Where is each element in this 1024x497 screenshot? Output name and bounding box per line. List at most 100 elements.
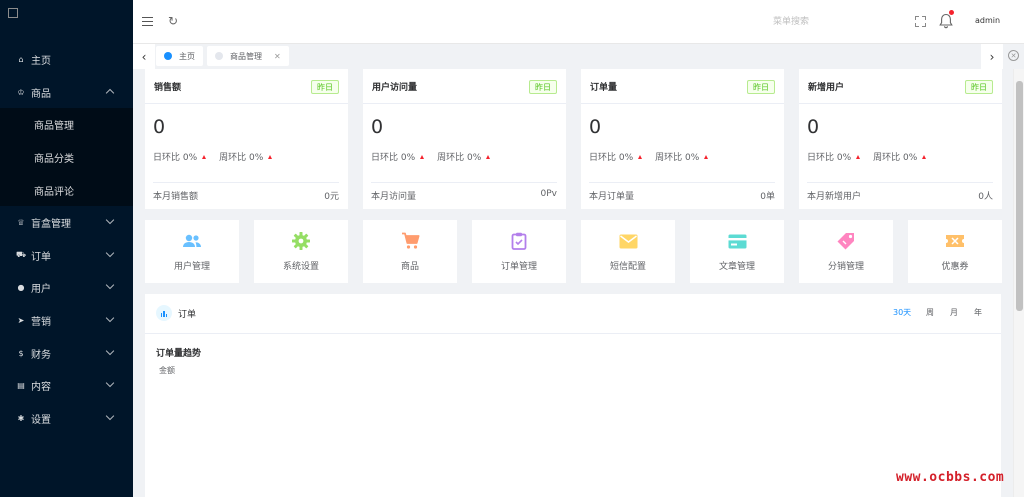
sidebar-item-content[interactable]: ▤ 内容 — [0, 369, 133, 401]
day-compare: 日环比 0% — [807, 153, 852, 163]
day-compare: 日环比 0% — [371, 153, 416, 163]
week-compare: 周环比 0% — [437, 153, 482, 163]
menu-search-input[interactable] — [773, 14, 853, 30]
shortcut-order-manage[interactable]: 订单管理 — [472, 220, 566, 283]
sidebar-item-blindbox[interactable]: ♕ 盲盒管理 — [0, 206, 133, 238]
stat-tag: 昨日 — [965, 80, 993, 94]
tab-bar: ‹ 主页 商品管理 ✕ › — [133, 44, 1024, 69]
chevron-down-icon — [105, 346, 115, 356]
stat-title: 销售额 — [154, 83, 182, 93]
stat-foot-label: 本月新增用户 — [807, 192, 862, 202]
period-month[interactable]: 月 — [950, 307, 958, 318]
sidebar-item-orders[interactable]: ⛟ 订单 — [0, 239, 133, 271]
dashboard-content: 销售额 昨日 0 日环比 0% 周环比 0% 本月销售额 0元 用户访问量 昨日… — [133, 69, 1024, 497]
sidebar-item-label: 设置 — [31, 414, 51, 426]
username[interactable]: admin — [975, 16, 1000, 25]
caret-up-icon — [268, 154, 273, 159]
shortcut-distribution-manage[interactable]: 分销管理 — [799, 220, 893, 283]
period-30-days[interactable]: 30天 — [893, 307, 911, 318]
shortcut-label: 文章管理 — [718, 262, 755, 272]
bell-icon[interactable] — [939, 10, 954, 29]
caret-up-icon — [202, 154, 207, 159]
sidebar-item-home[interactable]: ⌂ 主页 — [0, 43, 133, 75]
tab-dot — [215, 52, 223, 60]
stat-card-sales: 销售额 昨日 0 日环比 0% 周环比 0% 本月销售额 0元 — [145, 69, 348, 209]
divider — [363, 103, 566, 104]
refresh-icon[interactable]: ↻ — [168, 14, 178, 28]
menu-toggle-icon[interactable] — [142, 17, 153, 26]
logo-image[interactable] — [8, 8, 18, 18]
content-scrollbar[interactable] — [1013, 69, 1024, 497]
chevron-down-icon — [105, 411, 115, 421]
dollar-icon: $ — [18, 348, 24, 358]
shortcut-sms-config[interactable]: 短信配置 — [581, 220, 675, 283]
stat-tag: 昨日 — [747, 80, 775, 94]
main-area: ↻ admin ‹ 主页 商品管理 ✕ › 销售额 昨日 — [133, 0, 1024, 497]
stat-card-orders: 订单量 昨日 0 日环比 0% 周环比 0% 本月订单量 0单 — [581, 69, 784, 209]
sidebar-item-settings[interactable]: ✱ 设置 — [0, 402, 133, 434]
day-compare: 日环比 0% — [153, 153, 198, 163]
submenu-goods: 商品管理 商品分类 商品评论 — [0, 108, 133, 206]
divider — [807, 182, 993, 183]
chart-legend-amount: 金额 — [159, 366, 175, 375]
chevron-down-icon — [105, 378, 115, 388]
stat-compare: 日环比 0% 周环比 0% — [153, 150, 285, 163]
caret-up-icon — [420, 154, 425, 159]
tab-goods-manage[interactable]: 商品管理 ✕ — [207, 46, 289, 66]
stat-title: 订单量 — [590, 83, 618, 93]
shortcut-goods[interactable]: 商品 — [363, 220, 457, 283]
caret-up-icon — [856, 154, 861, 159]
sidebar-item-label: 内容 — [31, 381, 51, 393]
fullscreen-icon[interactable] — [915, 16, 926, 27]
stat-value: 0 — [807, 116, 820, 138]
tab-home[interactable]: 主页 — [156, 46, 203, 66]
scrollbar-thumb[interactable] — [1016, 81, 1023, 311]
shortcut-system-settings[interactable]: 系统设置 — [254, 220, 348, 283]
sidebar-item-label: 主页 — [31, 55, 51, 67]
divider — [145, 103, 348, 104]
caret-up-icon — [704, 154, 709, 159]
divider — [371, 182, 557, 183]
sidebar-item-label: 用户 — [31, 283, 51, 295]
tab-label: 主页 — [179, 51, 195, 61]
shop-icon: ♔ — [17, 87, 25, 97]
sidebar-item-goods[interactable]: ♔ 商品 — [0, 76, 133, 108]
notification-dot — [949, 10, 954, 15]
close-icon[interactable]: ✕ — [274, 52, 281, 61]
stat-value: 0 — [371, 116, 384, 138]
settings-icon — [291, 232, 311, 250]
shortcut-label: 商品 — [400, 262, 419, 272]
chevron-down-icon — [105, 313, 115, 323]
divider — [589, 182, 775, 183]
close-all-tabs-icon[interactable]: ✕ — [1008, 50, 1019, 61]
submenu-item-goods-review[interactable]: 商品评论 — [0, 174, 133, 206]
tab-scroll-right-icon[interactable]: › — [981, 44, 1003, 69]
sidebar-item-finance[interactable]: $ 财务 — [0, 337, 133, 369]
chevron-down-icon — [105, 248, 115, 258]
sidebar-item-users[interactable]: ● 用户 — [0, 271, 133, 303]
trophy-icon: ♕ — [17, 217, 25, 227]
shortcut-label: 订单管理 — [500, 262, 537, 272]
shopping-cart-icon — [400, 232, 420, 250]
stat-tag: 昨日 — [311, 80, 339, 94]
submenu-item-goods-manage[interactable]: 商品管理 — [0, 108, 133, 140]
shortcut-label: 分销管理 — [827, 262, 864, 272]
week-compare: 周环比 0% — [219, 153, 264, 163]
stat-card-new-users: 新增用户 昨日 0 日环比 0% 周环比 0% 本月新增用户 0人 — [799, 69, 1002, 209]
shortcut-user-manage[interactable]: 用户管理 — [145, 220, 239, 283]
shortcut-article-manage[interactable]: 文章管理 — [690, 220, 784, 283]
period-year[interactable]: 年 — [974, 307, 982, 318]
stat-compare: 日环比 0% 周环比 0% — [807, 150, 939, 163]
tab-scroll-left-icon[interactable]: ‹ — [133, 44, 155, 69]
stat-compare: 日环比 0% 周环比 0% — [589, 150, 721, 163]
submenu-item-goods-category[interactable]: 商品分类 — [0, 141, 133, 173]
chevron-down-icon — [105, 215, 115, 225]
sidebar-item-marketing[interactable]: ➤ 营销 — [0, 304, 133, 336]
stat-title: 用户访问量 — [372, 83, 418, 93]
shortcut-label: 短信配置 — [609, 262, 646, 272]
users-icon — [182, 232, 202, 250]
stat-foot-value: 0人 — [978, 192, 993, 202]
sidebar-item-label: 营销 — [31, 316, 51, 328]
period-week[interactable]: 周 — [926, 307, 934, 318]
shortcut-coupon[interactable]: 优惠券 — [908, 220, 1002, 283]
